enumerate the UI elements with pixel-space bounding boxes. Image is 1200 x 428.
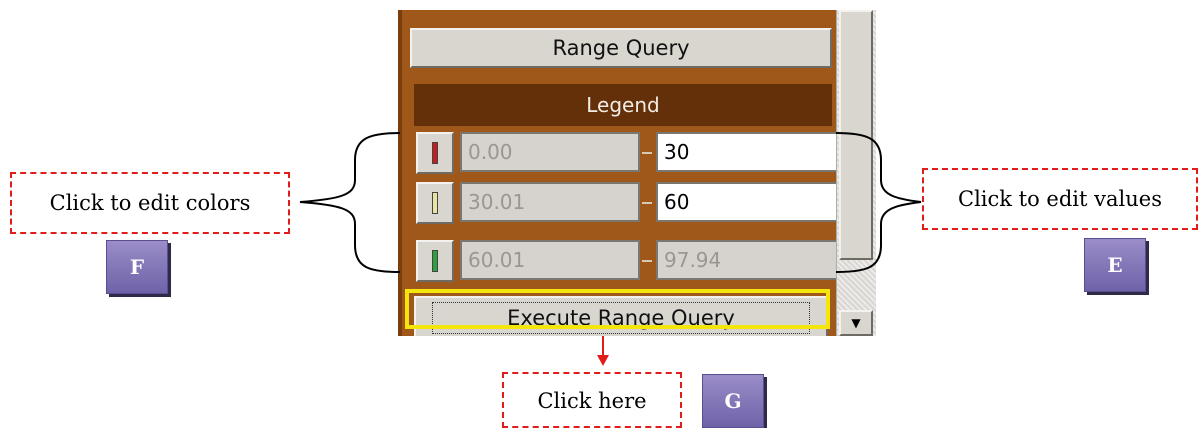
callout-click-here: Click here xyxy=(502,372,682,428)
left-brace-icon xyxy=(299,132,401,273)
callout-edit-colors: Click to edit colors xyxy=(10,172,290,234)
badge-g: G xyxy=(702,374,764,428)
arrow-down-icon xyxy=(597,355,609,366)
right-brace-icon xyxy=(835,132,922,273)
callout-edit-values: Click to edit values xyxy=(922,168,1198,230)
badge-e: E xyxy=(1084,238,1146,292)
badge-f: F xyxy=(106,240,168,294)
